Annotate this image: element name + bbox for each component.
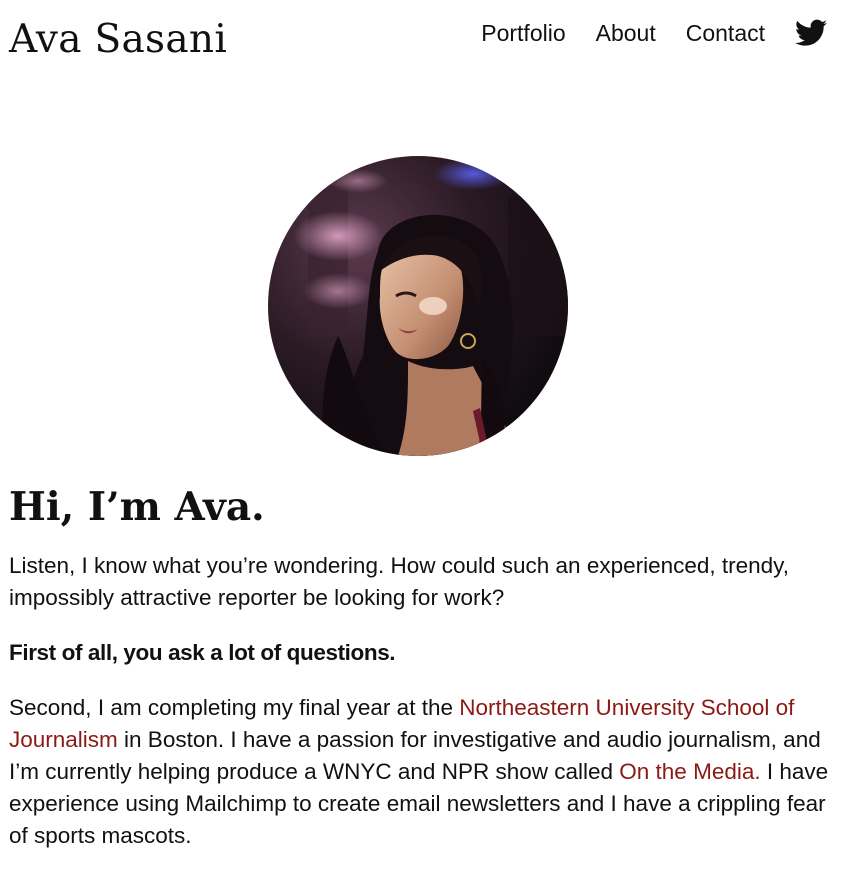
profile-photo (268, 156, 568, 456)
main-nav: Portfolio About Contact (451, 14, 827, 52)
on-the-media-link[interactable]: On the Media. (619, 759, 760, 784)
site-title[interactable]: Ava Sasani (9, 14, 227, 66)
intro-paragraph: Listen, I know what you’re wondering. Ho… (9, 553, 790, 610)
profile-photo-graphic (268, 156, 568, 456)
nav-portfolio-link[interactable]: Portfolio (481, 20, 565, 47)
twitter-icon[interactable] (795, 19, 827, 47)
bio-text-part1: Second, I am completing my final year at… (9, 695, 460, 720)
nav-about-link[interactable]: About (596, 20, 656, 47)
nav-contact-link[interactable]: Contact (686, 20, 765, 47)
main-content: Hi, I’m Ava. Listen, I know what you’re … (9, 480, 839, 875)
bio-paragraph: Second, I am completing my final year at… (9, 692, 839, 852)
greeting-heading: Hi, I’m Ava. (9, 484, 265, 530)
twitter-bird-icon (795, 19, 827, 46)
emphasis-paragraph: First of all, you ask a lot of questions… (9, 640, 396, 665)
